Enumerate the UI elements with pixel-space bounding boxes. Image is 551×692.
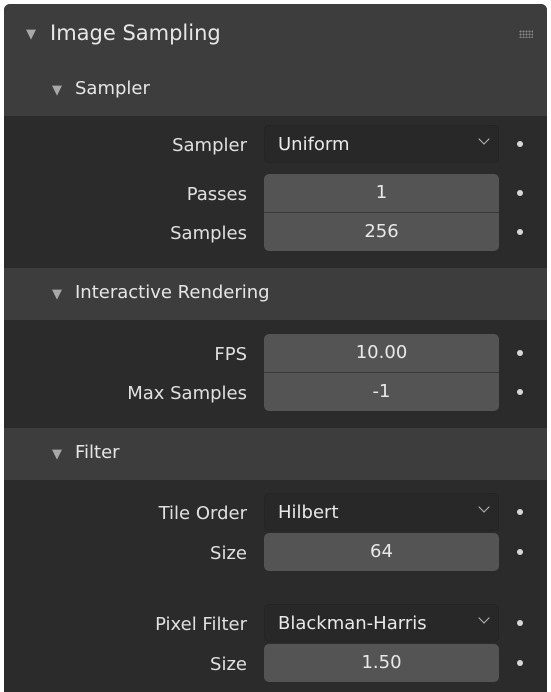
max-samples-label: Max Samples <box>127 383 247 404</box>
collapse-triangle-icon[interactable]: ▼ <box>26 28 36 41</box>
filter-subpanel-body: Tile Order Hilbert Size 64 Pixel Filter … <box>4 480 547 692</box>
sampler-subpanel-header[interactable]: ▼ Sampler <box>4 64 547 116</box>
collapse-triangle-icon[interactable]: ▼ <box>52 288 62 301</box>
collapse-triangle-icon[interactable]: ▼ <box>52 448 62 461</box>
keyframe-dot-icon[interactable] <box>517 509 523 515</box>
keyframe-dot-icon[interactable] <box>517 350 523 356</box>
filter-size-label: Size <box>210 654 247 675</box>
interactive-subpanel-body: FPS 10.00 Max Samples -1 <box>4 320 547 428</box>
keyframe-dot-icon[interactable] <box>517 229 523 235</box>
filter-subpanel-title: Filter <box>75 442 120 463</box>
panel-header[interactable]: ▼ Image Sampling <box>4 4 547 64</box>
samples-label: Samples <box>170 223 247 244</box>
tile-order-label: Tile Order <box>158 503 247 524</box>
passes-field[interactable]: 1 <box>264 174 499 212</box>
collapse-triangle-icon[interactable]: ▼ <box>52 84 62 97</box>
fps-field[interactable]: 10.00 <box>264 334 499 372</box>
keyframe-dot-icon[interactable] <box>517 190 523 196</box>
passes-label: Passes <box>186 184 247 205</box>
pixel-filter-dropdown[interactable]: Blackman-Harris <box>264 604 499 642</box>
pixel-filter-label: Pixel Filter <box>155 614 247 635</box>
sampler-subpanel-title: Sampler <box>75 78 150 99</box>
chevron-down-icon <box>478 133 490 145</box>
keyframe-dot-icon[interactable] <box>517 549 523 555</box>
samples-field[interactable]: 256 <box>264 213 499 251</box>
panel-title: Image Sampling <box>50 21 221 45</box>
tile-size-field[interactable]: 64 <box>264 533 499 571</box>
tile-order-value: Hilbert <box>278 502 339 523</box>
keyframe-dot-icon[interactable] <box>517 389 523 395</box>
fps-label: FPS <box>214 344 247 365</box>
image-sampling-panel: ▼ Image Sampling ▼ Sampler Sampler Unifo… <box>4 4 547 692</box>
keyframe-dot-icon[interactable] <box>517 660 523 666</box>
sampler-dropdown[interactable]: Uniform <box>264 125 499 163</box>
pixel-filter-value: Blackman-Harris <box>278 613 427 634</box>
sampler-subpanel-body: Sampler Uniform Passes 1 Samples 256 <box>4 116 547 268</box>
sampler-label: Sampler <box>172 135 247 156</box>
max-samples-field[interactable]: -1 <box>264 373 499 411</box>
tile-order-dropdown[interactable]: Hilbert <box>264 493 499 531</box>
interactive-subpanel-header[interactable]: ▼ Interactive Rendering <box>4 268 547 320</box>
keyframe-dot-icon[interactable] <box>517 141 523 147</box>
filter-subpanel-header[interactable]: ▼ Filter <box>4 428 547 480</box>
chevron-down-icon <box>478 501 490 513</box>
sampler-value: Uniform <box>278 134 350 155</box>
chevron-down-icon <box>478 612 490 624</box>
keyframe-dot-icon[interactable] <box>517 620 523 626</box>
grip-dots-icon[interactable] <box>519 30 533 38</box>
interactive-subpanel-title: Interactive Rendering <box>75 282 270 303</box>
filter-size-field[interactable]: 1.50 <box>264 644 499 682</box>
tile-size-label: Size <box>210 543 247 564</box>
